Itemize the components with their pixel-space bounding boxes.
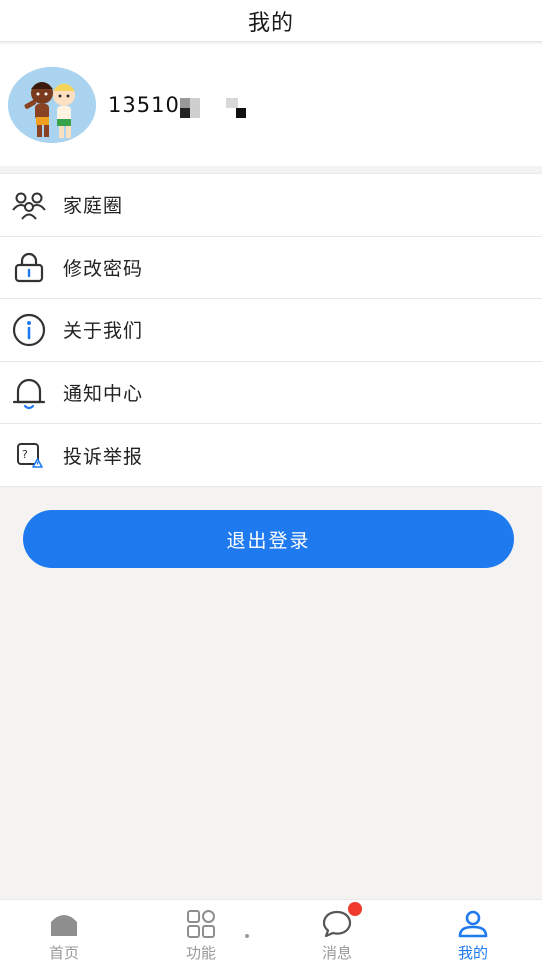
tab-home[interactable]: 首页 [19,900,109,964]
menu-item-label: 通知中心 [63,383,144,406]
profile-page: 我的 13510 家庭圈 修改密码 关于我们 通知中心 ? 投诉举报 退出登录 … [0,0,542,964]
profile-card[interactable]: 13510 [0,44,542,166]
menu-item-label: 修改密码 [63,257,144,280]
menu-item-change-password[interactable]: 修改密码 [0,237,542,300]
tab-messages[interactable]: 消息 [292,900,382,964]
menu-item-family-circle[interactable]: 家庭圈 [0,174,542,237]
apps-grid-icon [184,908,218,940]
menu-item-complaint-report[interactable]: ? 投诉举报 [0,424,542,487]
notification-badge [348,902,362,916]
menu-item-notification-center[interactable]: 通知中心 [0,362,542,425]
menu-item-label: 家庭圈 [63,195,124,218]
redaction-mask [236,108,246,118]
menu-item-about-us[interactable]: 关于我们 [0,299,542,362]
avatar[interactable] [8,67,96,143]
tab-label: 首页 [48,944,79,962]
tab-mine[interactable]: 我的 [428,900,518,964]
menu-item-label: 关于我们 [63,320,144,343]
report-icon: ? [12,438,46,472]
bell-icon [12,376,46,410]
tab-functions[interactable]: 功能 [156,900,246,964]
page-indicator-dot [245,934,249,938]
svg-text:?: ? [22,448,28,461]
logout-button[interactable]: 退出登录 [23,510,514,568]
info-icon [12,313,46,347]
avatar-cartoon-icon [8,67,96,143]
user-icon [456,908,490,940]
redaction-mask [226,98,238,108]
family-group-icon [12,188,46,222]
app-header: 我的 [0,0,542,42]
settings-menu: 家庭圈 修改密码 关于我们 通知中心 ? 投诉举报 [0,173,542,487]
home-icon [47,908,81,940]
lock-icon [12,250,46,284]
chat-bubble-icon [320,902,362,940]
bottom-tab-bar: 首页 功能 消息 我的 [0,899,542,964]
tab-label: 功能 [185,944,216,962]
page-title: 我的 [247,10,294,36]
tab-label: 我的 [457,944,488,962]
phone-number: 13510 [108,93,180,117]
redaction-mask [180,108,190,118]
menu-item-label: 投诉举报 [63,445,144,468]
tab-label: 消息 [321,944,352,962]
